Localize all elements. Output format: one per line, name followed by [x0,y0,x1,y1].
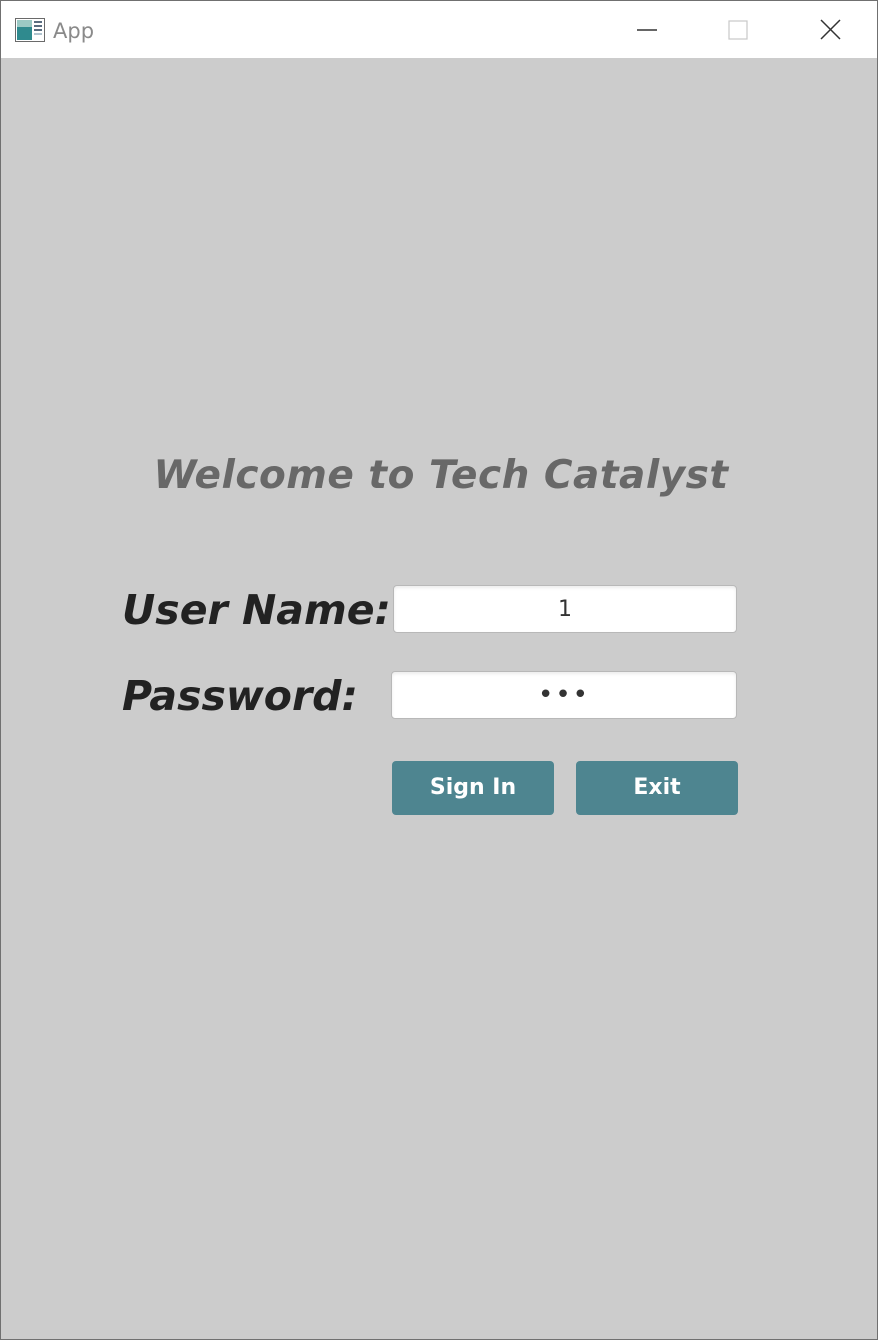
maximize-button[interactable] [715,1,761,58]
title-bar[interactable]: App [1,1,877,58]
close-button[interactable] [807,1,853,58]
login-panel: Welcome to Tech Catalyst User Name: Pass… [1,58,877,1339]
close-icon [820,19,841,40]
password-label: Password: [122,672,358,720]
maximize-icon [728,20,748,40]
minimize-button[interactable] [623,1,669,58]
minimize-icon [637,29,657,31]
app-window: App Welcome to Tech Catalyst User Name: … [0,0,878,1340]
username-label: User Name: [122,586,391,634]
exit-button[interactable]: Exit [576,761,738,815]
welcome-heading: Welcome to Tech Catalyst [153,453,729,498]
app-window-icon [15,18,45,42]
window-title: App [53,19,95,43]
username-input[interactable] [393,585,737,633]
sign-in-button[interactable]: Sign In [392,761,554,815]
password-input[interactable] [391,671,737,719]
